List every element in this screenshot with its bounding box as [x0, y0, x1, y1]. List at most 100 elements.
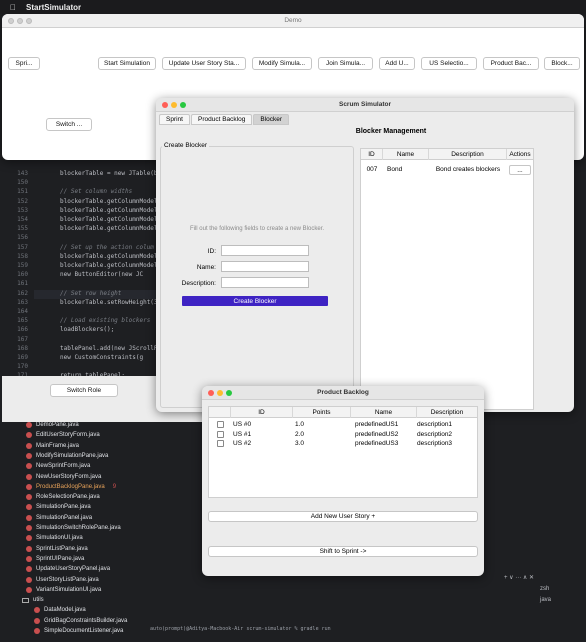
- column-header-description[interactable]: Description: [429, 149, 507, 160]
- tab-sprint[interactable]: Sprint: [159, 114, 190, 125]
- id-field[interactable]: [221, 245, 309, 256]
- file-item[interactable]: NewUserStoryForm.java: [26, 472, 101, 482]
- code-line[interactable]: loadBlockers();: [60, 326, 114, 335]
- add-user-button[interactable]: Add U...: [379, 57, 415, 70]
- product-backlog-button[interactable]: Product Bac...: [483, 57, 539, 70]
- maximize-icon[interactable]: [26, 18, 32, 24]
- start-simulation-button[interactable]: Start Simulation: [98, 57, 156, 70]
- file-item[interactable]: SimulationUI.java: [26, 533, 83, 543]
- code-line[interactable]: blockerTable.getColumnModel: [60, 207, 158, 216]
- add-user-story-button[interactable]: Add New User Story +: [208, 511, 478, 522]
- code-line[interactable]: blockerTable = new JTable(b: [60, 170, 158, 179]
- file-name: ModifySimulationPane.java: [36, 452, 109, 459]
- column-header-name[interactable]: Name: [351, 407, 417, 418]
- file-item[interactable]: NewSprintForm.java: [26, 461, 90, 471]
- column-header-actions[interactable]: Actions: [507, 149, 533, 160]
- code-line[interactable]: blockerTable.getColumnModel: [60, 225, 158, 234]
- code-line[interactable]: blockerTable.getColumnModel: [60, 216, 158, 225]
- close-icon[interactable]: [162, 102, 168, 108]
- us-selection-button[interactable]: US Selectio...: [421, 57, 477, 70]
- maximize-icon[interactable]: [180, 102, 186, 108]
- column-header-name[interactable]: Name: [383, 149, 429, 160]
- story-id: US #2: [233, 440, 252, 447]
- form-hint: Fill out the following fields to create …: [189, 226, 325, 232]
- line-gutter: 143 150 151 152 153 154 155 156 157 158 159 160 161 1…: [0, 162, 34, 379]
- column-header-id[interactable]: ID: [361, 149, 383, 160]
- scrum-titlebar[interactable]: Scrum Simulator: [156, 98, 574, 112]
- code-line[interactable]: // Set column widths: [60, 188, 132, 197]
- switch-role-button[interactable]: Switch Role: [50, 384, 118, 397]
- row-checkbox[interactable]: [217, 421, 224, 428]
- minimize-icon[interactable]: [17, 18, 23, 24]
- column-header-points[interactable]: Points: [293, 407, 351, 418]
- code-line[interactable]: new CustomConstraints(g: [60, 354, 143, 363]
- column-header-select[interactable]: [209, 407, 231, 418]
- create-blocker-button[interactable]: Create Blocker: [182, 296, 328, 306]
- name-field[interactable]: [221, 261, 309, 272]
- file-item[interactable]: MainFrame.java: [26, 441, 79, 451]
- terminal-item-java[interactable]: java: [540, 597, 551, 603]
- minimize-icon[interactable]: [171, 102, 177, 108]
- file-item[interactable]: SimulationPanel.java: [26, 513, 92, 523]
- tab-product-backlog[interactable]: Product Backlog: [190, 114, 253, 125]
- code-editor[interactable]: blockerTable = new JTable(b // Set column…: [34, 162, 160, 377]
- code-line[interactable]: blockerTable.getColumnModel: [60, 262, 158, 271]
- code-line[interactable]: blockerTable.getColumnModel: [60, 253, 158, 262]
- minimize-icon[interactable]: [217, 390, 223, 396]
- file-item[interactable]: RoleSelectionPane.java: [26, 492, 100, 502]
- file-name: SimpleDocumentListener.java: [44, 628, 124, 634]
- update-user-story-status-button[interactable]: Update User Story Sta...: [162, 57, 246, 70]
- file-item[interactable]: SimpleDocumentListener.java: [34, 626, 123, 636]
- join-simulation-button[interactable]: Join Simula...: [318, 57, 373, 70]
- close-icon[interactable]: [8, 18, 14, 24]
- tab-blocker[interactable]: Blocker: [253, 114, 290, 125]
- code-line[interactable]: // Set up the action colum: [60, 244, 154, 253]
- file-item[interactable]: SimulationPane.java: [26, 502, 91, 512]
- terminal-item-zsh[interactable]: zsh: [540, 586, 549, 592]
- shift-to-sprint-button[interactable]: Shift to Sprint ->: [208, 546, 478, 557]
- column-header-description[interactable]: Description: [417, 407, 477, 418]
- row-checkbox[interactable]: [217, 440, 224, 447]
- close-icon[interactable]: [208, 390, 214, 396]
- menu-bar:  StartSimulator: [0, 0, 586, 14]
- file-item[interactable]: SprintListPane.java: [26, 544, 88, 554]
- code-line[interactable]: // Load existing blockers: [60, 317, 150, 326]
- apple-icon[interactable]: : [10, 3, 16, 12]
- file-item[interactable]: ModifySimulationPane.java: [26, 451, 108, 461]
- file-item[interactable]: SprintUIPane.java: [26, 554, 84, 564]
- blocker-button[interactable]: Block...: [544, 57, 580, 70]
- code-line[interactable]: // Set row height: [60, 290, 121, 299]
- backlog-titlebar[interactable]: Product Backlog: [202, 386, 484, 400]
- file-item[interactable]: EditUserStoryForm.java: [26, 430, 100, 440]
- maximize-icon[interactable]: [226, 390, 232, 396]
- file-item[interactable]: ProductBacklogPane.java 9: [26, 482, 116, 492]
- file-item[interactable]: UserStoryListPane.java: [26, 575, 99, 585]
- file-name: ProductBacklogPane.java: [36, 483, 105, 490]
- line-number: 168: [17, 344, 28, 352]
- app-name[interactable]: StartSimulator: [26, 3, 81, 12]
- file-item[interactable]: GridBagConstraintsBuilder.java: [34, 616, 127, 626]
- column-header-id[interactable]: ID: [231, 407, 293, 418]
- file-name: MainFrame.java: [36, 442, 80, 449]
- sprint-button[interactable]: Spri...: [8, 57, 40, 70]
- blocker-action-button[interactable]: ...: [509, 165, 531, 175]
- product-backlog-window: Product Backlog ID Points Name Descripti…: [202, 386, 484, 576]
- file-item[interactable]: VariantSimulationUI.java: [26, 585, 101, 595]
- code-line[interactable]: blockerTable.setRowHeight(3: [60, 299, 158, 308]
- file-item[interactable]: UpdateUserStoryPanel.java: [26, 564, 110, 574]
- code-line[interactable]: new ButtonEditor(new JC: [60, 271, 143, 280]
- code-line[interactable]: tablePanel.add(new JScrollP: [60, 345, 158, 354]
- folder-item[interactable]: utils: [22, 595, 44, 605]
- story-points: 3.0: [295, 440, 305, 447]
- demo-titlebar[interactable]: Demo: [2, 14, 584, 28]
- line-number: 151: [17, 188, 28, 196]
- terminal-controls[interactable]: + ∨ ··· ∧ ✕: [504, 574, 534, 581]
- modify-simulation-button[interactable]: Modify Simula...: [252, 57, 312, 70]
- switch-button[interactable]: Switch ...: [46, 118, 92, 131]
- file-item[interactable]: SimulationSwitchRolePane.java: [26, 523, 121, 533]
- file-item[interactable]: DataModel.java: [34, 605, 86, 615]
- row-checkbox[interactable]: [217, 430, 224, 438]
- code-line[interactable]: blockerTable.getColumnModel: [60, 198, 158, 207]
- description-field[interactable]: [221, 277, 309, 288]
- file-name: SprintUIPane.java: [36, 555, 85, 562]
